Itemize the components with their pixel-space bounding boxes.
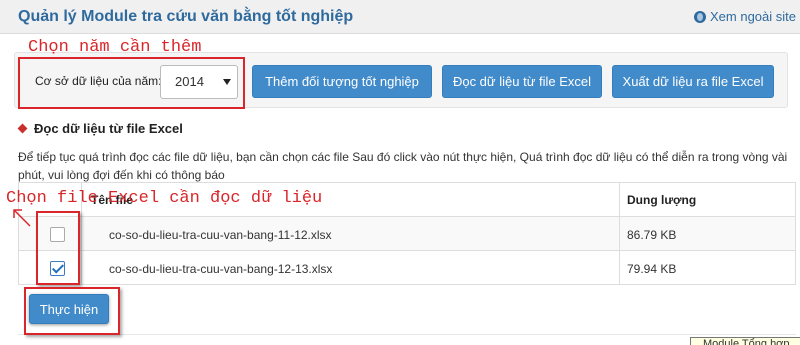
footer-divider [18,334,796,335]
section-title: Đọc dữ liệu từ file Excel [17,121,183,136]
section-title-text: Đọc dữ liệu từ file Excel [34,121,183,136]
tooltip: Module Tổng hợp [690,337,800,345]
run-button-annotation-box [24,287,120,335]
page-title: Quản lý Module tra cứu văn bằng tốt nghi… [18,8,354,25]
table-divider [19,250,795,251]
table-divider [619,183,620,284]
row-2-size: 79.94 KB [627,262,677,276]
view-outside-site-label: Xem ngoài site [710,9,796,24]
file-annotation-text: Chọn file Excel cần đọc dữ liệu [6,189,323,208]
column-header-size: Dung lượng [627,193,697,207]
row-2-filename: co-so-du-lieu-tra-cuu-van-bang-12-13.xls… [109,262,333,276]
add-graduate-button[interactable]: Thêm đối tượng tốt nghiệp [252,65,432,98]
row-1-filename: co-so-du-lieu-tra-cuu-van-bang-11-12.xls… [109,228,332,242]
globe-icon [694,10,706,23]
bullet-icon [17,123,28,134]
view-outside-site-link[interactable]: Xem ngoài site [694,9,796,24]
checkbox-annotation-box [36,211,80,285]
annotation-arrow-icon [13,209,31,227]
year-annotation-box [18,57,245,109]
section-description: Để tiếp tục quá trình đọc các file dữ li… [18,150,788,182]
read-excel-button[interactable]: Đọc dữ liệu từ file Excel [442,65,602,98]
year-annotation-text: Chọn năm cần thêm [28,38,202,57]
row-1-size: 86.79 KB [627,228,677,242]
table-divider [19,216,795,217]
export-excel-button[interactable]: Xuất dữ liệu ra file Excel [612,65,774,98]
